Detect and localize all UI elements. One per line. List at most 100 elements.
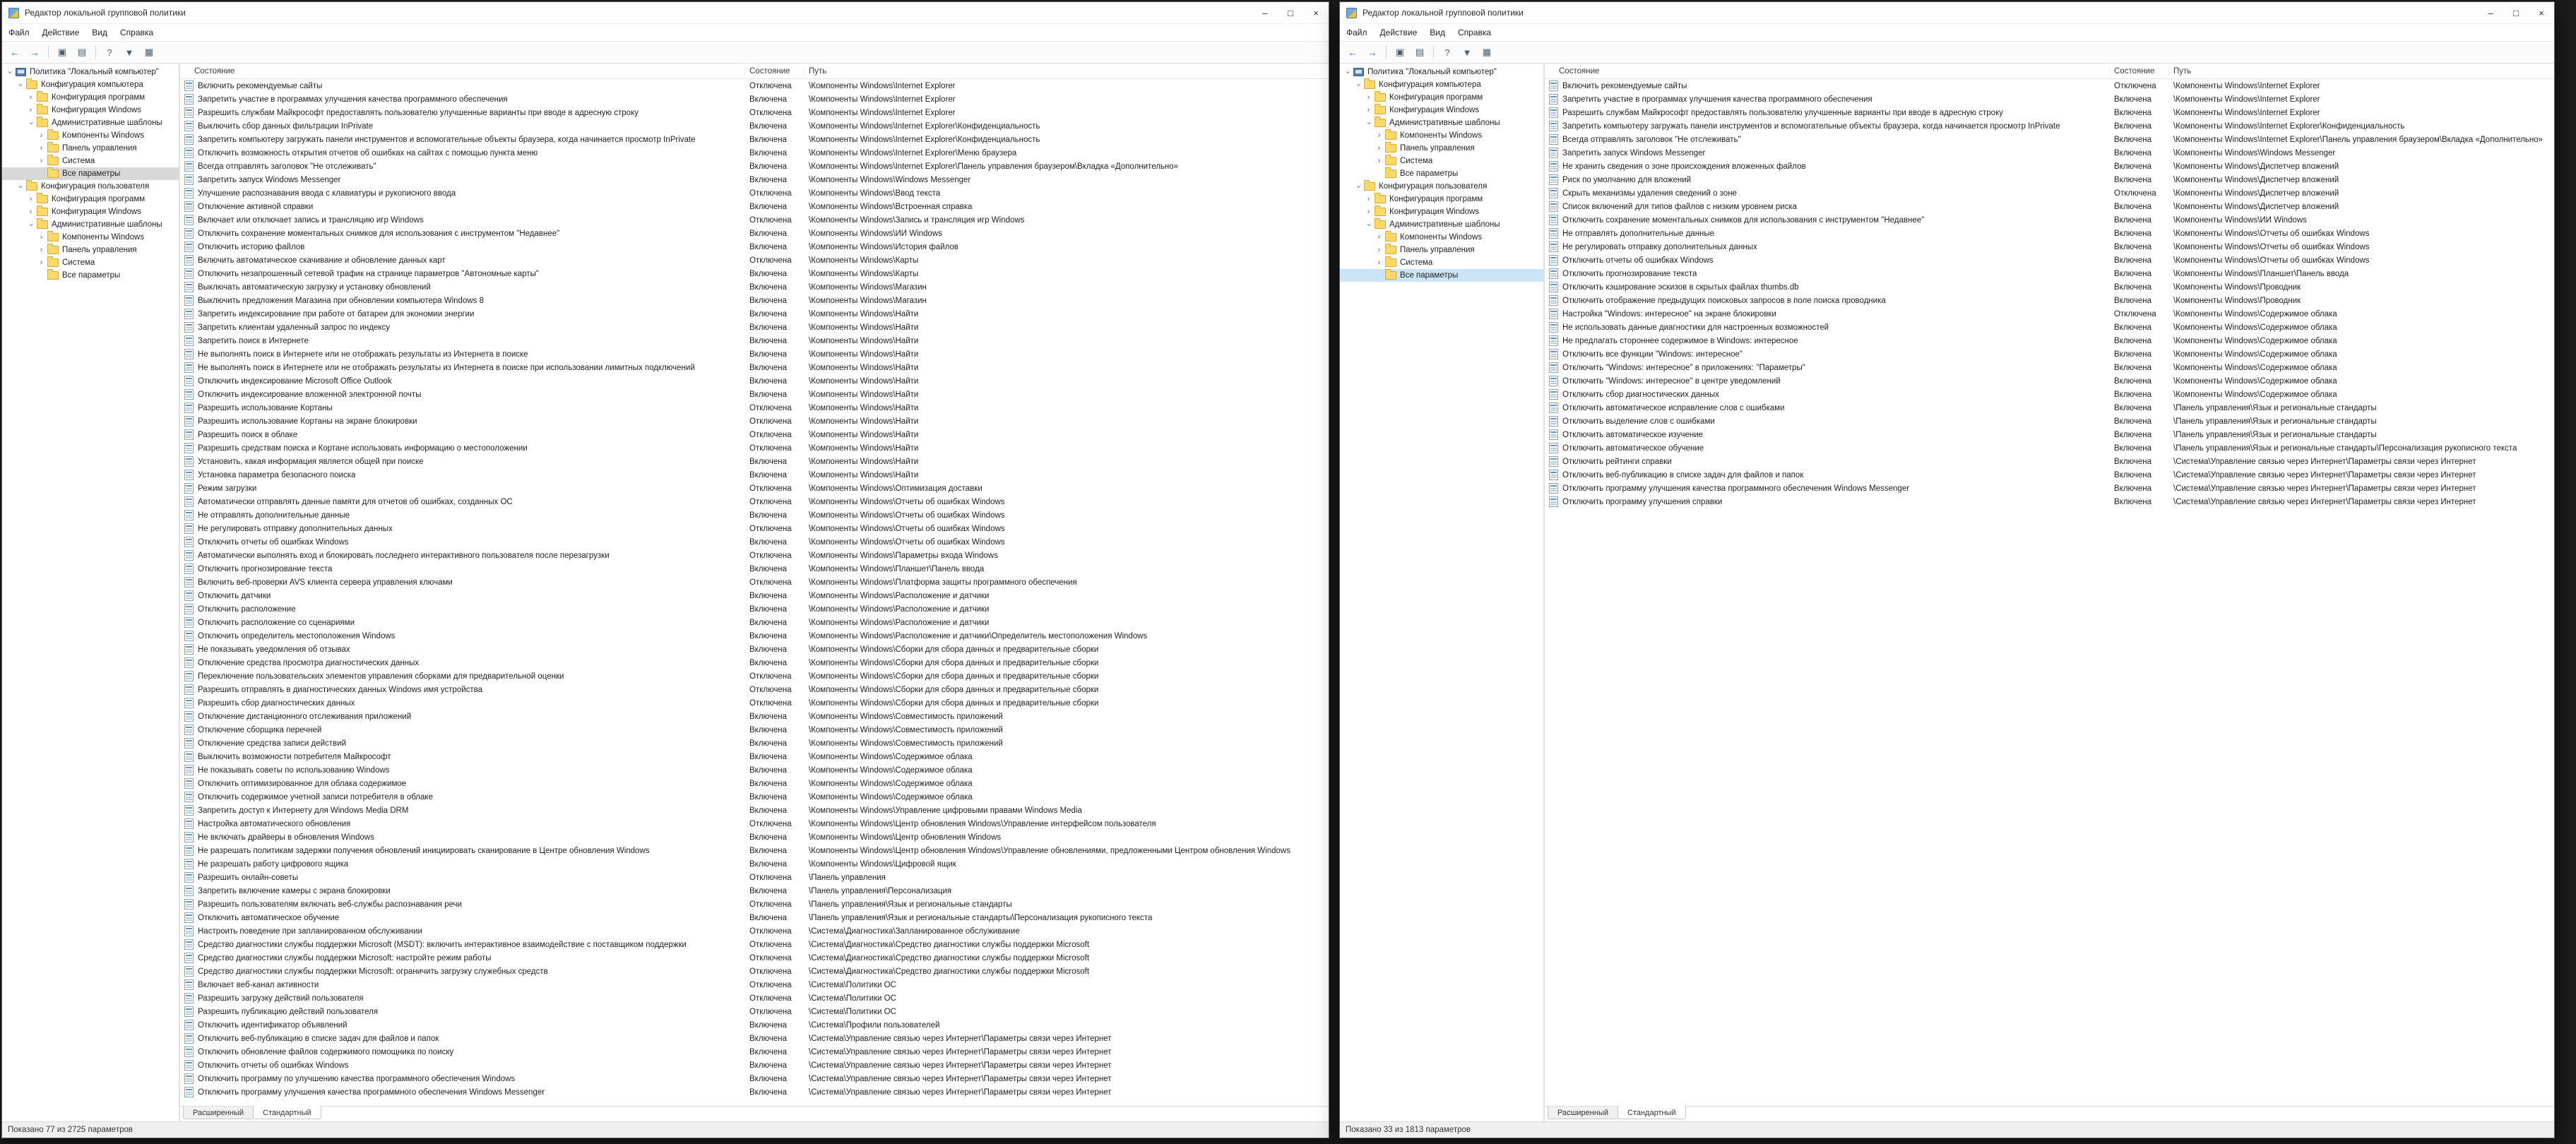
policy-row[interactable]: Не отправлять дополнительные данные Вклю… <box>1545 227 2554 240</box>
policy-row[interactable]: Не регулировать отправку дополнительных … <box>1545 240 2554 254</box>
tree-item[interactable]: › Компоненты Windows <box>1340 231 1543 244</box>
tree-item[interactable]: › Система <box>1340 155 1543 167</box>
policy-row[interactable]: Разрешить средствам поиска и Кортане исп… <box>180 441 1329 455</box>
chevron-icon[interactable]: › <box>27 119 35 128</box>
back-icon[interactable]: ← <box>6 43 24 61</box>
policy-row[interactable]: Отключить автоматическое исправление сло… <box>1545 401 2554 415</box>
policy-row[interactable]: Включить рекомендуемые сайты Отключена \… <box>1545 79 2554 93</box>
policy-row[interactable]: Не использовать данные диагностики для н… <box>1545 321 2554 334</box>
policy-row[interactable]: Выключать автоматическую загрузку и уста… <box>180 280 1329 294</box>
chevron-icon[interactable]: › <box>1354 182 1362 191</box>
policy-row[interactable]: Отключить автоматическое обучение Включе… <box>1545 441 2554 455</box>
policy-row[interactable]: Отключить рейтинги справки Включена \Сис… <box>1545 455 2554 468</box>
policy-row[interactable]: Отключить отчеты об ошибках Windows Вклю… <box>180 1059 1329 1072</box>
chevron-icon[interactable]: › <box>1354 81 1362 90</box>
forward-icon[interactable]: → <box>25 43 44 61</box>
tree-item[interactable]: › Административные шаблоны <box>1340 218 1543 231</box>
policy-row[interactable]: Запретить индексирование при работе от б… <box>180 307 1329 321</box>
view-tab[interactable]: Расширенный <box>1548 1107 1618 1119</box>
policy-row[interactable]: Включить веб-проверки AVS клиента сервер… <box>180 576 1329 589</box>
tree-item[interactable]: › Административные шаблоны <box>2 218 179 231</box>
show-console-tree-icon[interactable]: ▣ <box>53 43 71 61</box>
filter-icon[interactable]: ▼ <box>1458 43 1476 61</box>
policy-row[interactable]: Включить рекомендуемые сайты Отключена \… <box>180 79 1329 93</box>
policy-row[interactable]: Запретить поиск в Интернете Включена \Ко… <box>180 334 1329 347</box>
menu-item[interactable]: Действие <box>36 24 86 41</box>
policy-row[interactable]: Отключить отчеты об ошибках Windows Вклю… <box>180 535 1329 549</box>
policy-row[interactable]: Отключить отчеты об ошибках Windows Вклю… <box>1545 254 2554 267</box>
chevron-icon[interactable]: › <box>16 81 24 90</box>
tree-item[interactable]: › Система <box>2 256 179 269</box>
policy-row[interactable]: Отключение активной справки Включена \Ко… <box>180 200 1329 213</box>
policy-row[interactable]: Отключить выделение слов с ошибками Вклю… <box>1545 415 2554 428</box>
policy-row[interactable]: Настройка "Windows: интересное" на экран… <box>1545 307 2554 321</box>
tree-item[interactable]: › Политика "Локальный компьютер" <box>1340 66 1543 78</box>
policy-row[interactable]: Отключить содержимое учетной записи потр… <box>180 790 1329 804</box>
menu-item[interactable]: Справка <box>1452 24 1497 41</box>
chevron-icon[interactable]: › <box>26 196 35 203</box>
tree-item[interactable]: › Система <box>1340 256 1543 269</box>
policy-row[interactable]: Отключить сбор диагностических данных Вк… <box>1545 388 2554 401</box>
policy-row[interactable]: Отключить обновление файлов содержимого … <box>180 1045 1329 1059</box>
chevron-icon[interactable]: › <box>1375 234 1384 242</box>
chevron-icon[interactable]: › <box>1364 107 1373 114</box>
policy-row[interactable]: Отключить расположение Включена \Компоне… <box>180 602 1329 616</box>
policy-row[interactable]: Разрешить поиск в облаке Отключена \Комп… <box>180 428 1329 441</box>
close-button[interactable]: × <box>1303 2 1329 23</box>
policy-row[interactable]: Отключить автоматическое изучение Включе… <box>1545 428 2554 441</box>
policy-row[interactable]: Отключить определитель местоположения Wi… <box>180 629 1329 643</box>
policy-row[interactable]: Отключение сборщика перечней Включена \К… <box>180 723 1329 737</box>
tree-item[interactable]: › Политика "Локальный компьютер" <box>2 66 179 78</box>
tree-item[interactable]: › Панель управления <box>2 244 179 256</box>
policy-row[interactable]: Отключить отображение предыдущих поисков… <box>1545 294 2554 307</box>
chevron-icon[interactable]: › <box>16 182 24 191</box>
chevron-icon[interactable]: › <box>1375 259 1384 267</box>
menu-item[interactable]: Вид <box>1423 24 1452 41</box>
policy-row[interactable]: Отключить программу по улучшению качеств… <box>180 1072 1329 1085</box>
policy-row[interactable]: Запретить компьютеру загружать панели ин… <box>180 133 1329 146</box>
chevron-icon[interactable]: › <box>1365 220 1372 230</box>
column-header-path[interactable]: Путь <box>2169 67 2554 76</box>
tree-item[interactable]: › Административные шаблоны <box>2 117 179 129</box>
policy-row[interactable]: Запретить участие в программах улучшения… <box>180 93 1329 106</box>
policy-row[interactable]: Отключить "Windows: интересное" в прилож… <box>1545 361 2554 374</box>
view-tab[interactable]: Стандартный <box>1618 1106 1686 1119</box>
policy-row[interactable]: Средство диагностики службы поддержки Mi… <box>180 951 1329 965</box>
policy-row[interactable]: Отключить кэширование эскизов в скрытых … <box>1545 280 2554 294</box>
policy-row[interactable]: Не отправлять дополнительные данные Вклю… <box>180 508 1329 522</box>
tree-item[interactable]: › Конфигурация Windows <box>1340 205 1543 218</box>
column-header-setting[interactable]: Состояние <box>180 67 745 76</box>
policy-row[interactable]: Риск по умолчанию для вложений Включена … <box>1545 173 2554 186</box>
forward-icon[interactable]: → <box>1363 43 1382 61</box>
policy-row[interactable]: Отключить прогнозирование текста Включен… <box>1545 267 2554 280</box>
tree-item[interactable]: › Конфигурация программ <box>1340 91 1543 104</box>
policy-row[interactable]: Отключить возможность открытия отчетов о… <box>180 146 1329 160</box>
policy-row[interactable]: Не включать драйверы в обновления Window… <box>180 830 1329 844</box>
policy-row[interactable]: Отключить идентификатор объявлений Включ… <box>180 1018 1329 1032</box>
policy-row[interactable]: Разрешить публикацию действий пользовате… <box>180 1005 1329 1018</box>
policy-row[interactable]: Отключить программу улучшения качества п… <box>180 1085 1329 1099</box>
chevron-icon[interactable]: › <box>1343 68 1351 77</box>
maximize-button[interactable]: □ <box>1278 2 1303 23</box>
policy-row[interactable]: Установка параметра безопасного поиска В… <box>180 468 1329 482</box>
view-tab[interactable]: Стандартный <box>253 1106 321 1119</box>
policy-row[interactable]: Отключить расположение со сценариями Вкл… <box>180 616 1329 629</box>
tree-item[interactable]: › Компоненты Windows <box>2 129 179 142</box>
policy-row[interactable]: Всегда отправлять заголовок "Не отслежив… <box>1545 133 2554 146</box>
policy-row[interactable]: Режим загрузки Отключена \Компоненты Win… <box>180 482 1329 495</box>
policy-row[interactable]: Включает или отключает запись и трансляц… <box>180 213 1329 227</box>
policy-row[interactable]: Разрешить службам Майкрософт предоставля… <box>1545 106 2554 119</box>
policy-row[interactable]: Настройка автоматического обновления Отк… <box>180 817 1329 830</box>
help-icon[interactable]: ? <box>100 43 119 61</box>
menu-item[interactable]: Файл <box>2 24 36 41</box>
tree-item[interactable]: Все параметры <box>1340 269 1543 282</box>
policy-row[interactable]: Автоматически отправлять данные памяти д… <box>180 495 1329 508</box>
tree-item[interactable]: › Панель управления <box>2 142 179 155</box>
policy-row[interactable]: Запретить клиентам удаленный запрос по и… <box>180 321 1329 334</box>
tree-item[interactable]: › Конфигурация программ <box>2 91 179 104</box>
policy-row[interactable]: Отключение средства просмотра диагностич… <box>180 656 1329 669</box>
policy-row[interactable]: Выключить возможности потребителя Майкро… <box>180 750 1329 763</box>
tree-item[interactable]: › Компоненты Windows <box>2 231 179 244</box>
policy-row[interactable]: Включить автоматическое скачивание и обн… <box>180 254 1329 267</box>
tree-item[interactable]: › Система <box>2 155 179 167</box>
